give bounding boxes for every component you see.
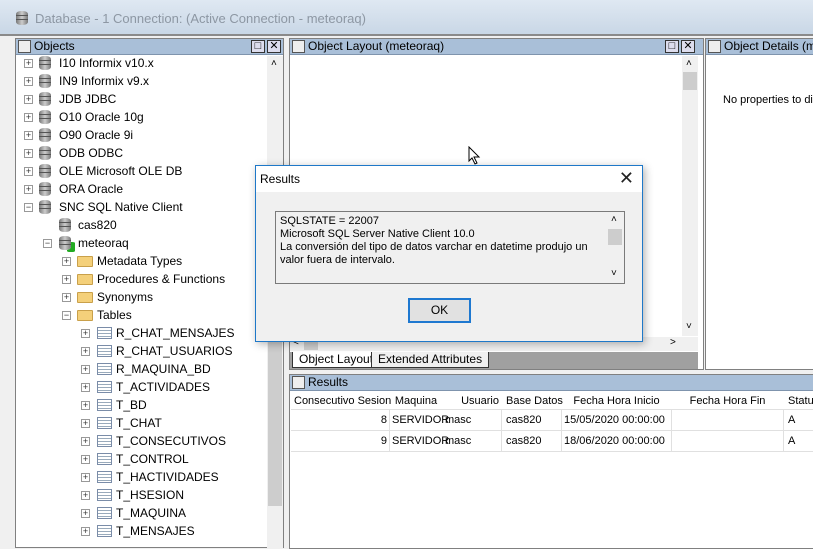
column-header[interactable]: Consecutivo Sesion bbox=[292, 392, 391, 410]
column-divider bbox=[671, 410, 672, 452]
message-line: La conversión del tipo de datos varchar … bbox=[280, 241, 588, 266]
table-cell: 18/06/2020 00:00:00 bbox=[564, 435, 665, 447]
column-header[interactable]: Status bbox=[786, 392, 813, 410]
table-cell: A bbox=[788, 414, 796, 426]
column-divider bbox=[501, 410, 502, 452]
table-cell: SERVIDOR bbox=[392, 414, 450, 426]
table-cell: masc bbox=[445, 435, 472, 447]
column-divider bbox=[561, 410, 562, 452]
scroll-up-icon[interactable]: ˄ bbox=[611, 213, 617, 226]
column-divider bbox=[389, 410, 390, 452]
table-cell: masc bbox=[445, 414, 472, 426]
results-panel: Results Consecutivo Sesion Maquina Usuario… bbox=[289, 374, 813, 549]
column-header[interactable]: Base Datos bbox=[504, 392, 563, 410]
table-cell: cas820 bbox=[506, 414, 542, 426]
column-header[interactable]: Fecha Hora Fin bbox=[672, 392, 783, 410]
ok-button[interactable]: OK bbox=[408, 298, 471, 323]
dialog-title: Results bbox=[260, 172, 301, 186]
table-cell: 8 bbox=[380, 414, 387, 426]
table-row-divider bbox=[291, 430, 813, 431]
scrollbar-thumb[interactable] bbox=[608, 229, 622, 245]
column-header[interactable]: Maquina bbox=[390, 392, 442, 410]
message-scrollbar[interactable]: ˄ ˅ bbox=[607, 213, 623, 282]
column-divider bbox=[783, 410, 784, 452]
table-cell: cas820 bbox=[506, 435, 542, 447]
dialog-title-bar: Results ✕ bbox=[256, 166, 642, 192]
table-cell: SERVIDOR bbox=[392, 435, 450, 447]
message-line: SQLSTATE = 22007 bbox=[280, 215, 379, 227]
results-dialog: Results ✕ SQLSTATE = 22007 Microsoft SQL… bbox=[255, 165, 643, 342]
mouse-cursor-icon bbox=[468, 146, 481, 165]
table-cell: 15/05/2020 00:00:00 bbox=[564, 414, 665, 426]
header-divider bbox=[291, 409, 813, 410]
column-header[interactable]: Usuario bbox=[443, 392, 501, 410]
table-cell: 9 bbox=[380, 435, 387, 447]
table-cell: A bbox=[788, 435, 796, 447]
table-row-divider bbox=[291, 451, 813, 452]
close-icon[interactable]: ✕ bbox=[619, 168, 634, 189]
scroll-down-icon[interactable]: ˅ bbox=[611, 267, 617, 280]
message-line: Microsoft SQL Server Native Client 10.0 bbox=[280, 228, 475, 240]
column-header[interactable]: Fecha Hora Inicio bbox=[562, 392, 671, 410]
error-message-box[interactable]: SQLSTATE = 22007 Microsoft SQL Server Na… bbox=[275, 211, 625, 284]
